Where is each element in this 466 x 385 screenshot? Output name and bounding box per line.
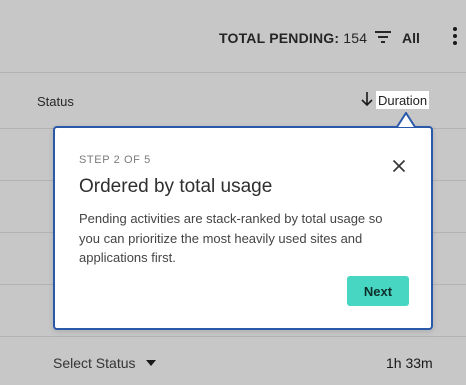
total-pending-label: TOTAL PENDING:: [219, 30, 340, 46]
row-duration-value: 1h 33m: [386, 355, 433, 371]
step-indicator: STEP 2 OF 5: [79, 154, 151, 166]
more-vertical-icon[interactable]: [452, 27, 458, 46]
next-button[interactable]: Next: [347, 276, 409, 306]
tour-popup: STEP 2 OF 5 Ordered by total usage Pendi…: [53, 126, 433, 330]
top-toolbar: TOTAL PENDING: 154 All: [0, 0, 466, 73]
arrow-down-icon[interactable]: [360, 91, 374, 107]
total-pending-count: TOTAL PENDING: 154: [219, 30, 367, 46]
caret-down-icon[interactable]: [146, 360, 156, 366]
filter-all-button[interactable]: All: [402, 30, 420, 46]
status-select[interactable]: Select Status: [53, 355, 136, 371]
total-pending-value: 154: [343, 30, 368, 46]
row-divider: [0, 336, 466, 337]
column-header-duration[interactable]: Duration: [376, 91, 430, 109]
popup-title: Ordered by total usage: [79, 176, 273, 197]
popup-pointer: [396, 112, 416, 128]
column-header-status[interactable]: Status: [37, 94, 74, 109]
filter-icon[interactable]: [375, 31, 391, 43]
popup-description: Pending activities are stack-ranked by t…: [79, 211, 383, 265]
close-icon[interactable]: [392, 159, 406, 173]
